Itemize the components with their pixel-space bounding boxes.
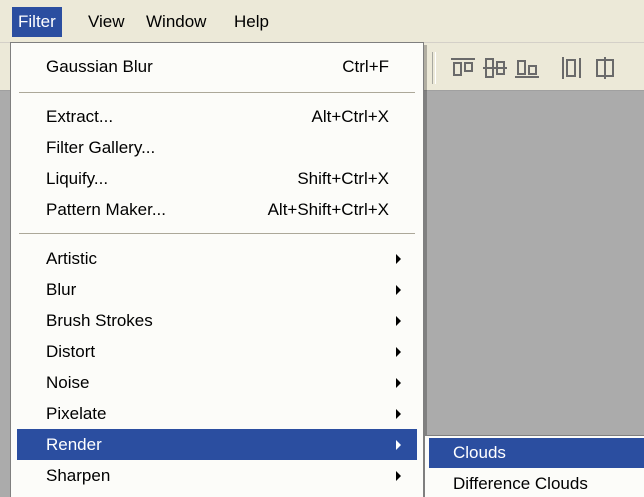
menu-item-label: Artistic: [46, 249, 97, 268]
menu-item-brush-strokes[interactable]: Brush Strokes: [17, 305, 417, 336]
menu-item-render[interactable]: Render: [17, 429, 417, 460]
align-vertical-center-icon[interactable]: [482, 56, 508, 80]
submenu-arrow-icon: [396, 409, 401, 419]
menu-view[interactable]: View: [82, 7, 131, 37]
menu-item-shortcut: Alt+Ctrl+X: [311, 107, 389, 126]
menu-item-label: Gaussian Blur: [46, 57, 153, 76]
menu-item-blur[interactable]: Blur: [17, 274, 417, 305]
submenu-arrow-icon: [396, 440, 401, 450]
menu-item-sharpen[interactable]: Sharpen: [17, 460, 417, 491]
menu-item-label: Extract...: [46, 107, 114, 126]
menu-item-noise[interactable]: Noise: [17, 367, 417, 398]
menu-item-artistic[interactable]: Artistic: [17, 243, 417, 274]
submenu-item-clouds[interactable]: Clouds: [429, 438, 644, 468]
render-submenu: Clouds Difference Clouds: [424, 435, 644, 497]
menu-window[interactable]: Window: [140, 7, 212, 37]
menu-item-label: Brush Strokes: [46, 311, 153, 330]
align-top-icon[interactable]: [450, 56, 476, 80]
menu-item-label: Pixelate: [46, 404, 107, 423]
menu-item-shortcut: Alt+Shift+Ctrl+X: [267, 200, 389, 219]
menu-item-liquify[interactable]: Liquify... Shift+Ctrl+X: [17, 163, 417, 194]
align-bottom-icon[interactable]: [514, 56, 540, 80]
app-window: Filter View Window Help Gaussian Blur Ct…: [0, 0, 644, 497]
menu-item-label: Noise: [46, 373, 90, 392]
menu-item-label: Filter Gallery...: [46, 138, 156, 157]
submenu-arrow-icon: [396, 471, 401, 481]
menu-item-shortcut: Shift+Ctrl+X: [297, 169, 389, 188]
submenu-arrow-icon: [396, 285, 401, 295]
submenu-item-difference-clouds[interactable]: Difference Clouds: [429, 469, 644, 497]
menu-item-label: Render: [46, 435, 102, 454]
menu-item-label: Distort: [46, 342, 96, 361]
menu-item-gaussian-blur[interactable]: Gaussian Blur Ctrl+F: [17, 51, 417, 82]
align-horizontal-center-icon[interactable]: [592, 56, 618, 80]
submenu-arrow-icon: [396, 254, 401, 264]
menu-item-label: Liquify...: [46, 169, 109, 188]
menu-item-pattern-maker[interactable]: Pattern Maker... Alt+Shift+Ctrl+X: [17, 194, 417, 225]
align-left-icon[interactable]: [560, 56, 586, 80]
submenu-arrow-icon: [396, 316, 401, 326]
menu-filter[interactable]: Filter: [12, 7, 62, 37]
menu-bar: Filter View Window Help: [0, 0, 644, 43]
menu-item-label: Sharpen: [46, 466, 111, 485]
menu-separator: [19, 92, 415, 93]
menu-item-shortcut: Ctrl+F: [342, 57, 389, 76]
toolbar-separator: [432, 52, 436, 84]
submenu-arrow-icon: [396, 378, 401, 388]
menu-item-label: Blur: [46, 280, 77, 299]
filter-dropdown-menu: Gaussian Blur Ctrl+F Extract... Alt+Ctrl…: [10, 42, 424, 497]
menu-item-pixelate[interactable]: Pixelate: [17, 398, 417, 429]
submenu-arrow-icon: [396, 347, 401, 357]
menu-help[interactable]: Help: [228, 7, 275, 37]
menu-separator: [19, 233, 415, 234]
menu-item-extract[interactable]: Extract... Alt+Ctrl+X: [17, 101, 417, 132]
menu-item-label: Pattern Maker...: [46, 200, 166, 219]
menu-item-distort[interactable]: Distort: [17, 336, 417, 367]
menu-item-filter-gallery[interactable]: Filter Gallery...: [17, 132, 417, 163]
